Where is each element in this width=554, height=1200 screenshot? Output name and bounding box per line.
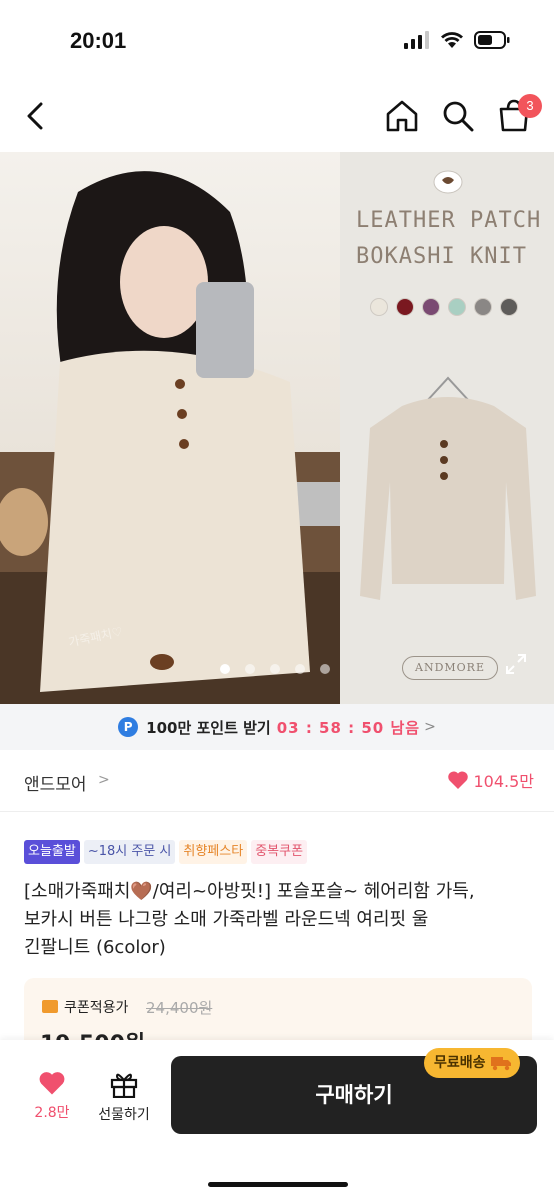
home-indicator — [208, 1182, 348, 1187]
carousel-dot[interactable] — [320, 664, 330, 674]
top-nav — [0, 80, 554, 152]
status-time: 20:01 — [70, 28, 127, 53]
color-swatch — [370, 298, 388, 316]
brand-row: 앤드모어 > 104.5만 — [0, 750, 554, 812]
gift-icon — [110, 1073, 138, 1099]
like-count: 104.5만 — [473, 772, 534, 791]
wifi-icon — [441, 32, 463, 48]
battery-icon — [474, 31, 510, 49]
heart-icon — [39, 1072, 65, 1095]
color-swatch — [448, 298, 466, 316]
truck-icon — [490, 1057, 511, 1071]
product-title: [소매가죽패치🤎/여리~아방핏!] 포슬포슬~ 헤어리함 가득, 보카시 버튼 … — [24, 878, 534, 962]
tag-coupon: 중복쿠폰 — [251, 840, 308, 864]
tag-festa: 취향페스타 — [179, 840, 248, 864]
point-reward-banner[interactable]: P 100만 포인트 받기 03 : 58 : 50 남음 > — [0, 704, 554, 750]
carousel-dot[interactable] — [245, 664, 255, 674]
wishlist-button[interactable]: 2.8만 — [24, 1070, 80, 1122]
original-price: 24,400원 — [146, 999, 213, 1017]
product-image-carousel[interactable]: 가죽패치♡ LEATHER PATCH BOKASHI KNIT ANDMORE — [0, 152, 554, 704]
tag-order-time: ~18시 주문 시 — [83, 840, 176, 864]
product-title-line: 긴팔니트 (6color) — [24, 937, 166, 958]
product-title-line: 보카시 버튼 나그랑 소매 가죽라벨 라운드넥 여리핏 울 — [24, 909, 429, 930]
brand-watermark: ANDMORE — [402, 656, 498, 680]
model-illustration — [0, 171, 340, 704]
color-swatch — [422, 298, 440, 316]
search-icon[interactable] — [440, 98, 476, 134]
color-swatches — [370, 298, 518, 316]
tag-today-ship: 오늘출발 — [24, 840, 80, 864]
carousel-dot[interactable] — [220, 664, 230, 674]
free-shipping-badge: 무료배송 — [424, 1048, 520, 1078]
hero-title-line2: BOKASHI KNIT — [356, 244, 527, 269]
color-swatch — [474, 298, 492, 316]
model-photo — [0, 152, 340, 704]
bottom-action-bar: 2.8만 선물하기 구매하기 무료배송 — [0, 1040, 554, 1200]
status-icons — [404, 31, 510, 49]
gift-label: 선물하기 — [98, 1107, 150, 1123]
knit-product-panel — [340, 152, 554, 704]
back-arrow-icon[interactable] — [18, 98, 54, 134]
home-icon[interactable] — [384, 98, 420, 134]
brand-link[interactable]: 앤드모어 — [24, 770, 87, 795]
expand-icon[interactable] — [504, 652, 528, 676]
signal-icon — [404, 31, 429, 49]
cart-count-badge: 3 — [518, 94, 542, 118]
carousel-dot[interactable] — [295, 664, 305, 674]
hero-title-line1: LEATHER PATCH — [356, 208, 542, 233]
coupon-icon — [42, 1000, 58, 1013]
free-shipping-label: 무료배송 — [434, 1055, 486, 1071]
color-swatch — [396, 298, 414, 316]
gift-button[interactable]: 선물하기 — [92, 1070, 156, 1124]
badge-list: 오늘출발 ~18시 주문 시 취향페스타 중복쿠폰 — [24, 840, 308, 864]
heart-icon — [448, 771, 469, 789]
like-button[interactable]: 104.5만 — [447, 768, 534, 792]
product-title-line: [소매가죽패치🤎/여리~아방핏!] 포슬포슬~ 헤어리함 가득, — [24, 881, 475, 902]
point-timer: 03 : 58 : 50 남음 — [276, 718, 421, 737]
status-bar: 20:01 — [0, 0, 554, 80]
point-icon: P — [118, 717, 139, 737]
carousel-dot[interactable] — [270, 664, 280, 674]
wishlist-count: 2.8만 — [34, 1105, 70, 1121]
coupon-price-label: 쿠폰적용가 — [64, 1000, 129, 1016]
chevron-right-icon: > — [98, 772, 110, 788]
chevron-right-icon: > — [424, 719, 436, 735]
carousel-indicator — [220, 664, 330, 674]
point-label: 100만 포인트 받기 — [146, 718, 271, 737]
sweater-illustration — [360, 170, 536, 600]
color-swatch — [500, 298, 518, 316]
